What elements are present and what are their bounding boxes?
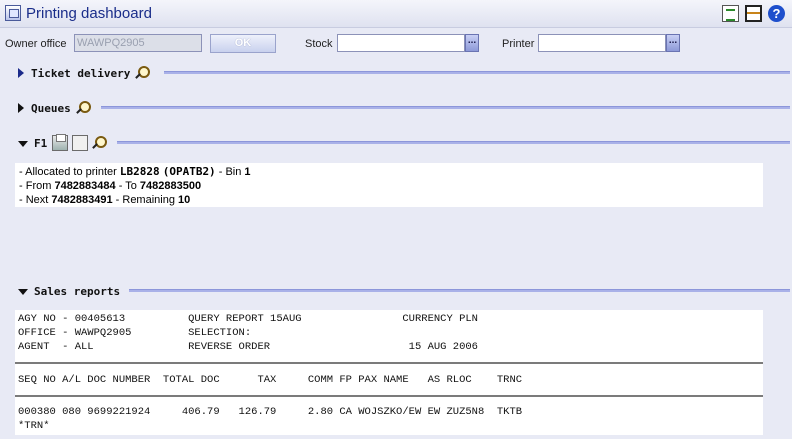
report-divider <box>15 395 763 397</box>
report-row: *TRN* <box>18 420 50 432</box>
search-icon[interactable] <box>92 136 108 150</box>
report-column-header: SEQ NO A/L DOC NUMBER TOTAL DOC TAX COMM… <box>18 374 523 386</box>
document-icon[interactable] <box>722 5 739 22</box>
section-divider <box>164 71 790 74</box>
stock-browse-button[interactable]: ... <box>465 34 479 52</box>
printer-browse-button[interactable]: ... <box>666 34 680 52</box>
bin-number: 1 <box>244 166 251 178</box>
section-queues[interactable]: Queues <box>18 101 94 115</box>
printer-code: (OPATB2) <box>162 165 216 178</box>
section-divider <box>101 106 790 109</box>
f1-next-line: - Next 7482883491 - Remaining 10 <box>19 194 191 206</box>
section-title: F1 <box>34 136 48 150</box>
expand-arrow-icon[interactable] <box>18 68 24 78</box>
counter-icon[interactable] <box>72 135 89 151</box>
stock-label: Stock <box>305 38 333 50</box>
remaining-number: 10 <box>178 194 191 206</box>
section-divider <box>129 289 790 292</box>
f1-range-line: - From 7482883484 - To 7482883500 <box>19 180 202 192</box>
expand-arrow-icon[interactable] <box>18 103 24 113</box>
printer-name: LB2828 <box>119 165 160 178</box>
printer-label: Printer <box>502 38 535 50</box>
to-number: 7482883500 <box>139 180 202 192</box>
collapse-arrow-icon[interactable] <box>18 141 28 147</box>
report-header-line: OFFICE - WAWPQ2905 SELECTION: <box>18 327 252 339</box>
stock-input[interactable] <box>337 34 465 52</box>
report-header-line: AGENT - ALL REVERSE ORDER 15 AUG 2006 <box>18 341 478 353</box>
section-divider <box>117 141 790 144</box>
section-title: Ticket delivery <box>31 66 131 80</box>
section-f1[interactable]: F1 <box>18 134 110 151</box>
help-icon[interactable]: ? <box>768 5 785 22</box>
f1-details-panel: - Allocated to printer LB2828 (OPATB2) -… <box>15 163 763 207</box>
sales-report-panel: AGY NO - 00405613 QUERY REPORT 15AUG CUR… <box>15 310 763 435</box>
owner-office-label: Owner office <box>5 38 67 50</box>
section-ticket-delivery[interactable]: Ticket delivery <box>18 66 153 80</box>
from-number: 7482883484 <box>54 180 116 192</box>
collapse-arrow-icon[interactable] <box>18 289 28 295</box>
section-sales-reports[interactable]: Sales reports <box>18 284 125 298</box>
printer-input[interactable] <box>538 34 666 52</box>
search-icon[interactable] <box>76 101 91 115</box>
page-title: Printing dashboard <box>26 5 152 22</box>
section-title: Queues <box>31 101 71 115</box>
dashboard-icon <box>5 5 21 21</box>
report-divider <box>15 362 763 364</box>
owner-office-field: WAWPQ2905 <box>74 34 202 52</box>
search-icon[interactable] <box>135 66 151 80</box>
next-number: 7482883491 <box>51 194 113 206</box>
printer-icon[interactable] <box>52 134 69 151</box>
window-icon[interactable] <box>745 5 762 22</box>
report-row[interactable]: 000380 080 9699221924 406.79 126.79 2.80… <box>18 405 522 419</box>
f1-allocation-line: - Allocated to printer LB2828 (OPATB2) -… <box>19 165 251 178</box>
section-title: Sales reports <box>34 284 121 298</box>
ok-button[interactable]: OK <box>210 34 276 53</box>
report-header-line: AGY NO - 00405613 QUERY REPORT 15AUG CUR… <box>18 313 478 325</box>
title-bar: Printing dashboard ? <box>0 0 792 28</box>
